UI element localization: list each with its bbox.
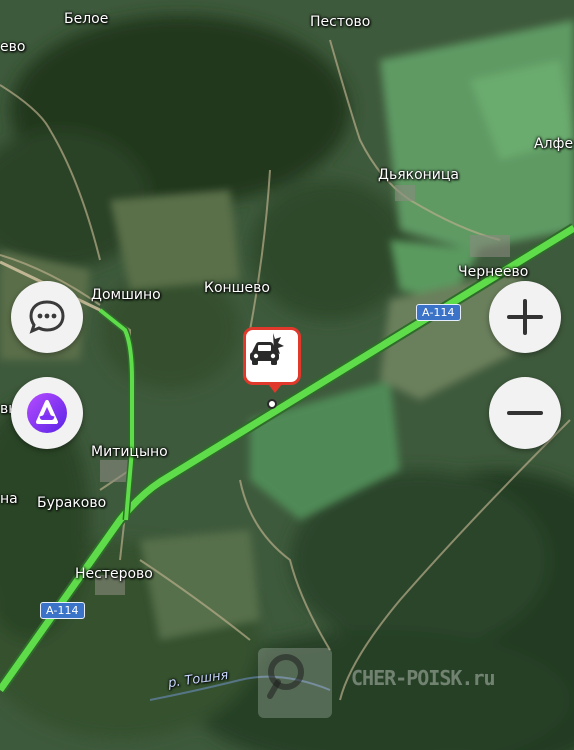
watermark-text: CHER-POISK.ru <box>351 666 496 690</box>
road-badge-a114: А-114 <box>416 304 461 321</box>
messages-button[interactable] <box>11 281 83 353</box>
place-label-alfe: Алфе <box>534 136 574 152</box>
accident-location-dot <box>267 399 277 409</box>
place-label-mititsyno: Митицыно <box>91 444 168 460</box>
zoom-out-button[interactable] <box>489 377 561 449</box>
place-label-nesterovo: Нестерово <box>75 566 153 582</box>
place-label-konshevo: Коншево <box>204 280 270 296</box>
alice-assistant-icon <box>27 393 67 433</box>
place-label-edge-left-top: ево <box>0 39 26 55</box>
place-label-beloe: Белое <box>64 11 109 27</box>
chat-bubble-icon <box>29 300 65 334</box>
zoom-in-button[interactable] <box>489 281 561 353</box>
road-badge-a114: А-114 <box>40 602 85 619</box>
minus-icon <box>507 411 543 415</box>
alice-assistant-button[interactable] <box>11 377 83 449</box>
place-label-edge-left-low: на <box>0 491 18 507</box>
satellite-map[interactable]: Белое Пестово ево Алфе Дьяконица Чернеев… <box>0 0 574 750</box>
accident-marker[interactable] <box>243 327 301 393</box>
place-label-pestovo: Пестово <box>310 14 371 30</box>
car-accident-icon <box>250 333 284 365</box>
magnifier-icon <box>267 654 304 699</box>
watermark-logo <box>258 648 332 718</box>
place-label-burakovo: Бураково <box>37 495 107 511</box>
place-label-domshino: Домшино <box>91 287 161 303</box>
place-label-dyakonitsa: Дьяконица <box>378 167 459 183</box>
place-label-cherneevo: Чернеево <box>458 264 529 280</box>
plus-icon <box>507 299 543 335</box>
